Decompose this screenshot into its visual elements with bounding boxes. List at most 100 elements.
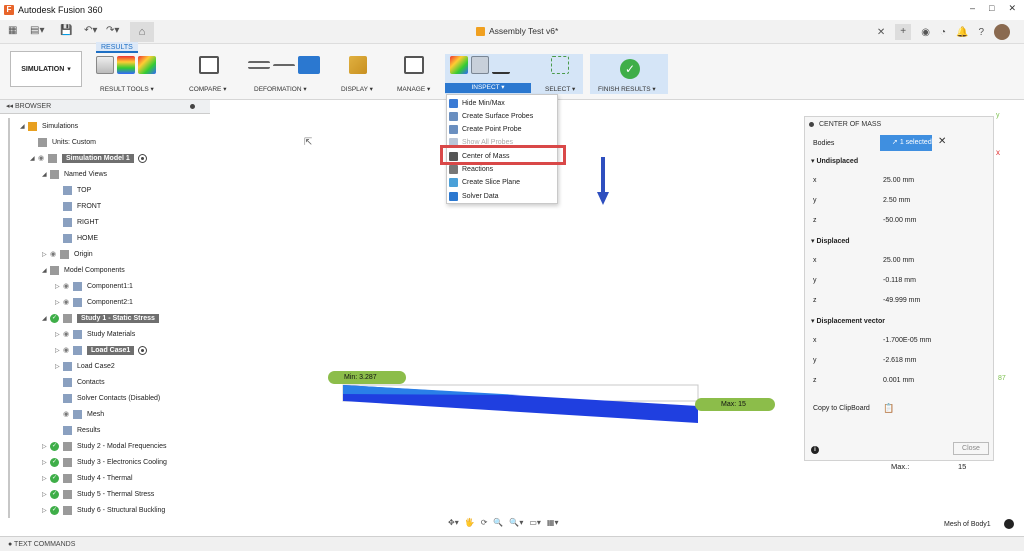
com-section-header[interactable]: ▾ Displacement vector — [811, 317, 885, 325]
info-icon[interactable]: i — [811, 446, 819, 454]
com-axis-label: x — [813, 257, 817, 264]
tree-view-home[interactable]: HOME — [55, 231, 98, 245]
expand-arrow-icon[interactable]: ◢ — [42, 267, 50, 274]
zoom-window-icon[interactable]: 🔍▾ — [509, 518, 523, 527]
tree-study-materials[interactable]: ▷ ◉ Study Materials — [55, 327, 135, 341]
tree-study1[interactable]: ◢ ✓ Study 1 - Static Stress — [42, 311, 159, 325]
visibility-eye-icon[interactable]: ◉ — [63, 282, 73, 290]
view-cube-x-axis[interactable]: x — [996, 148, 1000, 157]
visibility-eye-icon[interactable]: ◉ — [63, 410, 73, 418]
inspect-menu-item-label: Create Point Probe — [462, 126, 522, 134]
mesh-status-icon[interactable] — [1004, 519, 1014, 529]
tree-node-label: Load Case2 — [77, 362, 115, 370]
expand-arrow-icon[interactable]: ▷ — [42, 475, 50, 482]
view-cube-y-axis[interactable]: y — [996, 112, 1000, 119]
expand-arrow-icon[interactable]: ▷ — [42, 491, 50, 498]
tree-mesh[interactable]: ◉ Mesh — [55, 407, 104, 421]
com-axis-value: -49.999 mm — [883, 297, 921, 304]
tree-view-top[interactable]: TOP — [55, 183, 91, 197]
inspect-menu-item-surface-probe[interactable]: Create Surface Probes — [449, 110, 533, 122]
expand-arrow-icon[interactable]: ◢ — [30, 155, 38, 162]
com-value-row: x -1.700E-05 mm — [805, 331, 993, 351]
tree-component1[interactable]: ▷ ◉ Component1:1 — [55, 279, 133, 293]
tree-load-case2[interactable]: ▷ Load Case2 — [55, 359, 115, 373]
tree-results[interactable]: Results — [55, 423, 100, 437]
bodies-label: Bodies — [813, 140, 835, 147]
tree-view-front[interactable]: FRONT — [55, 199, 101, 213]
tree-study4[interactable]: ▷ ✓ Study 4 - Thermal — [42, 471, 133, 485]
tree-units[interactable]: Units: Custom — [30, 135, 96, 149]
clear-selection-icon[interactable]: ✕ — [938, 136, 946, 147]
zoom-icon[interactable]: 🔍 — [493, 518, 503, 527]
tree-simulations[interactable]: ◢ Simulations — [20, 119, 78, 133]
visibility-eye-icon[interactable]: ◉ — [38, 154, 48, 162]
visibility-eye-icon[interactable]: ◉ — [63, 346, 73, 354]
tree-simulation-model[interactable]: ◢ ◉ Simulation Model 1 — [30, 151, 147, 165]
tree-node-label: Study 3 - Electronics Cooling — [77, 458, 167, 466]
com-axis-value: 25.00 mm — [883, 177, 915, 184]
center-of-mass-header[interactable]: CENTER OF MASS — [805, 117, 993, 133]
orbit-icon[interactable]: ✥▾ — [448, 518, 459, 527]
fusion-app-window: F Autodesk Fusion 360 – □ ✕ ▦ ▤▾ 💾 ↶▾ ↷▾… — [0, 0, 1024, 551]
com-section-header[interactable]: ▾ Displaced — [811, 237, 850, 245]
collapse-browser-icon[interactable]: ◂◂ — [6, 103, 13, 110]
look-at-icon[interactable]: ⟳ — [481, 518, 488, 527]
display-settings-icon[interactable]: ▭▾ — [529, 518, 541, 527]
min-result-label[interactable]: Min: 3.287 — [328, 371, 406, 384]
expand-arrow-icon[interactable]: ▷ — [55, 283, 63, 290]
clipboard-icon[interactable]: 📋 — [883, 403, 894, 414]
expand-arrow-icon[interactable]: ◢ — [42, 315, 50, 322]
visibility-eye-icon[interactable]: ◉ — [50, 250, 60, 258]
bodies-selection-button[interactable]: ➚ 1 selected — [880, 135, 932, 151]
tree-view-right[interactable]: RIGHT — [55, 215, 99, 229]
browser-pin-icon[interactable] — [190, 104, 195, 109]
inspect-menu-item-reactions[interactable]: Reactions — [449, 164, 493, 176]
expand-arrow-icon[interactable]: ▷ — [55, 331, 63, 338]
tree-study5[interactable]: ▷ ✓ Study 5 - Thermal Stress — [42, 487, 154, 501]
expand-arrow-icon[interactable]: ▷ — [42, 443, 50, 450]
inspect-menu-item-point-probe[interactable]: Create Point Probe — [449, 124, 522, 136]
expand-arrow-icon[interactable]: ▷ — [42, 459, 50, 466]
expand-arrow-icon[interactable]: ▷ — [55, 347, 63, 354]
tree-contacts[interactable]: Contacts — [55, 375, 105, 389]
copy-clipboard-row[interactable]: Copy to ClipBoard 📋 — [805, 399, 993, 419]
mesh-label: Mesh of Body1 — [944, 521, 991, 528]
com-value-row: y 2.50 mm — [805, 191, 993, 211]
pan-icon[interactable]: 🖐 — [465, 518, 475, 527]
tree-node-icon — [73, 345, 82, 355]
tree-named-views[interactable]: ◢ Named Views — [42, 167, 107, 181]
inspect-menu-item-info[interactable]: Solver Data — [449, 190, 499, 202]
inspect-menu-item-minmax[interactable]: Hide Min/Max — [449, 97, 505, 109]
tree-origin[interactable]: ▷ ◉ Origin — [42, 247, 93, 261]
tree-study2[interactable]: ▷ ✓ Study 2 - Modal Frequencies — [42, 439, 167, 453]
expand-arrow-icon[interactable]: ▷ — [55, 363, 63, 370]
close-button[interactable]: Close — [953, 442, 989, 455]
visibility-eye-icon[interactable]: ◉ — [63, 298, 73, 306]
expand-arrow-icon[interactable]: ◢ — [20, 123, 28, 130]
expand-arrow-icon[interactable]: ▷ — [55, 299, 63, 306]
study-complete-check-icon: ✓ — [50, 505, 59, 515]
tree-study6[interactable]: ▷ ✓ Study 6 - Structural Buckling — [42, 503, 165, 517]
tree-node-label: Origin — [74, 250, 93, 258]
visibility-eye-icon[interactable]: ◉ — [63, 330, 73, 338]
navigation-bar: ✥▾ 🖐 ⟳ 🔍 🔍▾ ▭▾ ▦▾ — [448, 518, 559, 527]
text-commands-bar[interactable]: ● TEXT COMMANDS — [0, 536, 1024, 551]
active-radio-icon[interactable] — [137, 153, 147, 163]
expand-arrow-icon[interactable]: ◢ — [42, 171, 50, 178]
tree-load-case1[interactable]: ▷ ◉ Load Case1 — [55, 343, 148, 357]
tree-component2[interactable]: ▷ ◉ Component2:1 — [55, 295, 133, 309]
expand-arrow-icon[interactable]: ▷ — [42, 507, 50, 514]
browser-scrollbar[interactable] — [8, 118, 10, 518]
grid-settings-icon[interactable]: ▦▾ — [547, 518, 559, 527]
tree-solver-contacts[interactable]: Solver Contacts (Disabled) — [55, 391, 160, 405]
max-result-label[interactable]: Max: 15 — [695, 398, 775, 411]
expand-arrow-icon[interactable]: ▷ — [42, 251, 50, 258]
inspect-menu-item-slice-plane[interactable]: Create Slice Plane — [449, 177, 520, 189]
browser-panel-header[interactable]: ◂◂ BROWSER — [0, 100, 210, 114]
com-axis-value: 0.001 mm — [883, 377, 915, 384]
tree-study3[interactable]: ▷ ✓ Study 3 - Electronics Cooling — [42, 455, 167, 469]
com-section-header[interactable]: ▾ Undisplaced — [811, 157, 858, 165]
tree-model-components[interactable]: ◢ Model Components — [42, 263, 125, 277]
panel-collapse-icon[interactable] — [809, 122, 814, 127]
active-radio-icon[interactable] — [138, 345, 148, 355]
